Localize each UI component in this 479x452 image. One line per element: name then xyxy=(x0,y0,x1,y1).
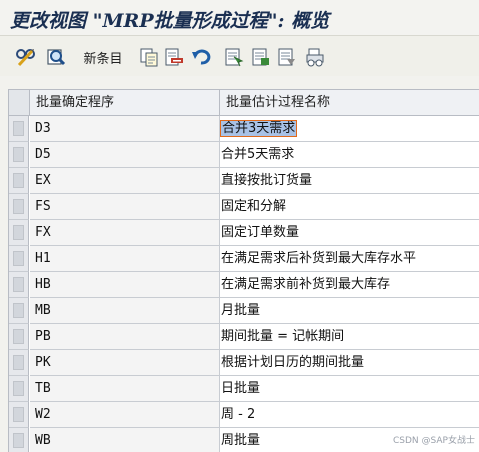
lot-sizing-description-cell[interactable]: 在满足需求前补货到最大库存 xyxy=(220,272,479,298)
lot-sizing-description-text: 日批量 xyxy=(221,381,261,396)
select-block-button[interactable] xyxy=(250,46,272,68)
lot-sizing-procedure-cell[interactable]: D5 xyxy=(30,142,220,168)
lot-sizing-description-text: 周批量 xyxy=(221,433,261,448)
table-row[interactable]: FS 固定和分解 xyxy=(9,194,479,220)
table-row[interactable]: D3 合并3天需求 xyxy=(9,116,479,142)
select-all-rows-button[interactable] xyxy=(9,90,30,115)
undo-icon xyxy=(192,49,211,65)
lot-sizing-description-cell[interactable]: 直接按批订货量 xyxy=(220,168,479,194)
lot-sizing-procedure-cell[interactable]: HB xyxy=(30,272,220,298)
column-header-lot-sizing-procedure[interactable]: 批量确定程序 xyxy=(30,90,220,115)
lot-sizing-description-cell[interactable]: 根据计划日历的期间批量 xyxy=(220,350,479,376)
details-button[interactable] xyxy=(45,46,67,68)
table-row[interactable]: D5 合并5天需求 xyxy=(9,142,479,168)
lot-sizing-procedure-cell[interactable]: H1 xyxy=(30,246,220,272)
lot-sizing-procedure-cell[interactable]: W2 xyxy=(30,402,220,428)
lot-sizing-procedure-cell[interactable]: TB xyxy=(30,376,220,402)
delete-icon xyxy=(165,48,183,66)
details-icon xyxy=(47,49,66,66)
table-row[interactable]: TB 日批量 xyxy=(9,376,479,402)
lot-sizing-description-text: 在满足需求前补货到最大库存 xyxy=(221,277,391,292)
undo-button[interactable] xyxy=(190,46,212,68)
lot-sizing-procedure-cell[interactable]: PB xyxy=(30,324,220,350)
table-row[interactable]: PB 期间批量 = 记帐期间 xyxy=(9,324,479,350)
delete-button[interactable] xyxy=(163,46,185,68)
lot-sizing-procedure-cell[interactable]: FX xyxy=(30,220,220,246)
print-button[interactable] xyxy=(304,46,326,68)
lot-sizing-description-text: 固定订单数量 xyxy=(221,225,300,240)
copy-icon xyxy=(140,48,158,67)
page-title: 更改视图 "MRP批量形成过程": 概览 xyxy=(10,10,330,32)
lot-sizing-description-text: 周 - 2 xyxy=(221,407,256,422)
lot-sizing-description-text: 固定和分解 xyxy=(221,199,287,214)
table-row[interactable]: W2 周 - 2 xyxy=(9,402,479,428)
table-row[interactable]: PK 根据计划日历的期间批量 xyxy=(9,350,479,376)
new-entries-button[interactable]: 新条目 xyxy=(78,46,128,68)
row-selector[interactable] xyxy=(9,220,29,246)
table-row[interactable]: H1 在满足需求后补货到最大库存水平 xyxy=(9,246,479,272)
new-entries-label: 新条目 xyxy=(83,51,123,67)
select-block-icon xyxy=(252,48,269,66)
print-icon xyxy=(306,48,324,67)
lot-sizing-procedure-cell[interactable]: PK xyxy=(30,350,220,376)
table-control: 批量确定程序 批量估计过程名称 D3 合并3天需求 D5 合并5天需求 EX 直接按批订货… xyxy=(8,89,479,452)
table-header: 批量确定程序 批量估计过程名称 xyxy=(9,90,479,116)
row-selector[interactable] xyxy=(9,350,29,376)
lot-sizing-procedure-cell[interactable]: FS xyxy=(30,194,220,220)
lot-sizing-description-text: 合并3天需求 xyxy=(219,120,298,137)
lot-sizing-description-cell[interactable]: 合并5天需求 xyxy=(220,142,479,168)
lot-sizing-description-text: 直接按批订货量 xyxy=(221,173,313,188)
lot-sizing-description-text: 根据计划日历的期间批量 xyxy=(221,355,365,370)
copy-button[interactable] xyxy=(138,46,160,68)
table-row[interactable]: MB 月批量 xyxy=(9,298,479,324)
lot-sizing-description-cell[interactable]: 日批量 xyxy=(220,376,479,402)
select-all-icon xyxy=(225,48,244,67)
row-selector[interactable] xyxy=(9,324,29,350)
table-row[interactable]: HB 在满足需求前补货到最大库存 xyxy=(9,272,479,298)
row-selector[interactable] xyxy=(9,246,29,272)
watermark: CSDN @SAP女战士 xyxy=(393,436,475,446)
row-selector[interactable] xyxy=(9,194,29,220)
title-bar: 更改视图 "MRP批量形成过程": 概览 xyxy=(0,0,479,35)
lot-sizing-description-cell[interactable]: 期间批量 = 记帐期间 xyxy=(220,324,479,350)
row-selector[interactable] xyxy=(9,428,29,452)
lot-sizing-description-text: 月批量 xyxy=(221,303,261,318)
row-selector[interactable] xyxy=(9,298,29,324)
lot-sizing-description-text: 合并5天需求 xyxy=(221,147,295,162)
lot-sizing-description-cell[interactable]: 在满足需求后补货到最大库存水平 xyxy=(220,246,479,272)
lot-sizing-description-cell[interactable]: 固定和分解 xyxy=(220,194,479,220)
lot-sizing-procedure-cell[interactable]: MB xyxy=(30,298,220,324)
lot-sizing-description-text: 期间批量 = 记帐期间 xyxy=(221,329,345,344)
column-header-lot-sizing-description[interactable]: 批量估计过程名称 xyxy=(220,90,479,115)
table-row[interactable]: EX 直接按批订货量 xyxy=(9,168,479,194)
row-selector[interactable] xyxy=(9,376,29,402)
lot-sizing-description-cell[interactable]: 月批量 xyxy=(220,298,479,324)
lot-sizing-procedure-cell[interactable]: EX xyxy=(30,168,220,194)
select-all-button[interactable] xyxy=(223,46,245,68)
deselect-all-button[interactable] xyxy=(276,46,298,68)
lot-sizing-procedure-cell[interactable]: WB xyxy=(30,428,220,452)
lot-sizing-procedure-cell[interactable]: D3 xyxy=(30,116,220,142)
lot-sizing-description-text: 在满足需求后补货到最大库存水平 xyxy=(221,251,417,266)
display-change-button[interactable] xyxy=(14,46,38,68)
row-selector[interactable] xyxy=(9,272,29,298)
lot-sizing-description-cell[interactable]: 合并3天需求 xyxy=(219,116,479,142)
row-selector[interactable] xyxy=(9,168,29,194)
row-selector[interactable] xyxy=(9,116,29,142)
lot-sizing-description-cell[interactable]: 固定订单数量 xyxy=(220,220,479,246)
row-selector[interactable] xyxy=(9,402,29,428)
display-change-icon xyxy=(16,49,35,67)
lot-sizing-description-cell[interactable]: 周 - 2 xyxy=(220,402,479,428)
row-selector[interactable] xyxy=(9,142,29,168)
deselect-all-icon xyxy=(278,48,295,66)
table-row[interactable]: FX 固定订单数量 xyxy=(9,220,479,246)
